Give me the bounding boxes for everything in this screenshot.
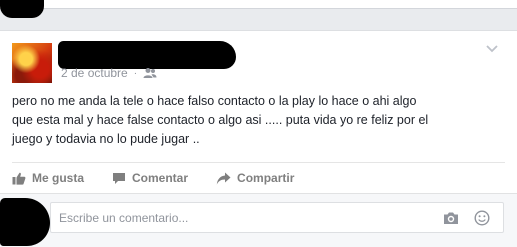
- commenter-avatar-redaction: [0, 198, 50, 246]
- author-name-redaction: [58, 41, 236, 69]
- share-label: Compartir: [237, 171, 295, 185]
- comment-placeholder: Escribe un comentario...: [59, 211, 189, 225]
- like-label: Me gusta: [32, 171, 85, 185]
- like-button[interactable]: Me gusta: [12, 163, 84, 193]
- speech-bubble-icon: [113, 172, 126, 184]
- post-card: ir 2 de octubre · pero no me anda la tel…: [0, 30, 517, 247]
- share-button[interactable]: Compartir: [216, 163, 294, 193]
- meta-separator: ·: [133, 67, 138, 79]
- comment-label: Comentar: [132, 171, 189, 185]
- previous-post-card: [0, 0, 517, 9]
- comment-area: Escribe un comentario...: [0, 193, 517, 247]
- post-actions: Me gusta Comentar Compartir: [12, 163, 322, 193]
- chevron-down-icon[interactable]: [485, 41, 499, 55]
- camera-icon[interactable]: [443, 211, 459, 225]
- post-date[interactable]: 2 de octubre: [61, 66, 128, 80]
- redaction-mark: [0, 0, 44, 18]
- comment-input[interactable]: Escribe un comentario...: [50, 202, 504, 233]
- post-meta: 2 de octubre ·: [61, 66, 157, 80]
- author-avatar[interactable]: [12, 43, 52, 83]
- comment-button[interactable]: Comentar: [112, 163, 188, 193]
- friends-icon[interactable]: [143, 67, 157, 79]
- share-arrow-icon: [216, 172, 231, 184]
- post-text: pero no me anda la tele o hace falso con…: [12, 94, 429, 146]
- smile-icon[interactable]: [474, 210, 490, 226]
- thumbs-up-icon: [12, 172, 26, 185]
